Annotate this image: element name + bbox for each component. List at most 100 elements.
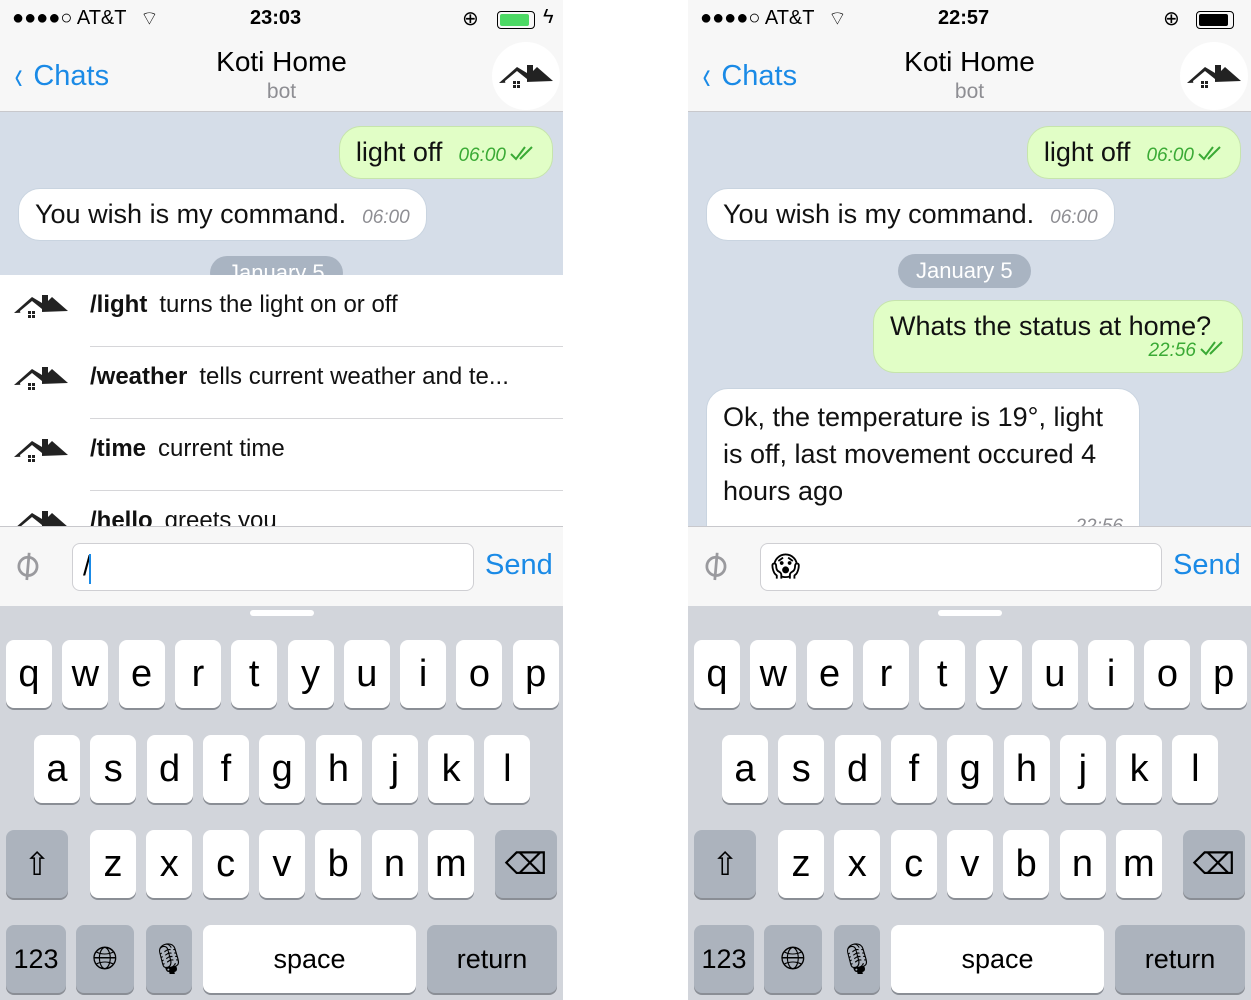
numbers-key[interactable]: 123 <box>6 925 66 993</box>
command-description: current time <box>158 435 285 462</box>
phone-screen-2: ●●●●○ AT&T ⌔ 22:57 ⊕ ‹ Chats Koti Home bot light… <box>688 0 1251 1000</box>
key-l[interactable]: l <box>1172 735 1219 803</box>
globe-icon: 🌐︎ <box>780 940 806 976</box>
backspace-icon: ⌫ <box>504 847 548 881</box>
key-t[interactable]: t <box>919 640 966 708</box>
mic-key[interactable]: 🎙︎ <box>146 925 192 993</box>
chat-subtitle: bot <box>266 80 297 103</box>
key-b[interactable]: b <box>1003 830 1050 898</box>
key-m[interactable]: m <box>1115 830 1162 898</box>
key-v[interactable]: v <box>946 830 993 898</box>
key-s[interactable]: s <box>90 735 137 803</box>
key-g[interactable]: g <box>259 735 306 803</box>
input-value: 😱 <box>771 551 801 582</box>
bot-avatar[interactable] <box>492 42 560 110</box>
key-d[interactable]: d <box>834 735 881 803</box>
key-b[interactable]: b <box>315 830 362 898</box>
read-checkmarks-icon <box>510 145 536 166</box>
paperclip-icon[interactable]: ⌀ <box>2 539 50 590</box>
key-u[interactable]: u <box>343 640 390 708</box>
key-o[interactable]: o <box>1144 640 1191 708</box>
key-m[interactable]: m <box>427 830 474 898</box>
key-f[interactable]: f <box>202 735 249 803</box>
key-d[interactable]: d <box>146 735 193 803</box>
key-h[interactable]: h <box>1003 735 1050 803</box>
key-c[interactable]: c <box>890 830 937 898</box>
key-y[interactable]: y <box>287 640 334 708</box>
paperclip-icon[interactable]: ⌀ <box>690 539 738 590</box>
key-j[interactable]: j <box>1059 735 1106 803</box>
key-i[interactable]: i <box>400 640 447 708</box>
key-o[interactable]: o <box>456 640 503 708</box>
key-a[interactable]: a <box>34 735 80 803</box>
key-z[interactable]: z <box>90 830 136 898</box>
key-z[interactable]: z <box>778 830 824 898</box>
command-name: /light <box>90 291 148 318</box>
send-button[interactable]: Send <box>485 549 553 582</box>
key-w[interactable]: w <box>62 640 109 708</box>
key-p[interactable]: p <box>1200 640 1247 708</box>
command-name: /weather <box>90 363 188 390</box>
key-x[interactable]: x <box>146 830 193 898</box>
bot-avatar[interactable] <box>1180 42 1248 110</box>
globe-key[interactable]: 🌐︎ <box>764 925 822 993</box>
message-time: 06:00 <box>458 145 536 166</box>
key-p[interactable]: p <box>512 640 559 708</box>
key-q[interactable]: q <box>6 640 52 708</box>
rotation-lock-icon: ⊕ <box>1163 8 1180 30</box>
message-input[interactable]: 😱 <box>760 543 1162 591</box>
mic-key[interactable]: 🎙︎ <box>834 925 880 993</box>
bot-house-icon <box>12 289 70 330</box>
key-i[interactable]: i <box>1088 640 1135 708</box>
shift-key[interactable]: ⇧ <box>694 830 756 898</box>
key-f[interactable]: f <box>890 735 937 803</box>
status-bar: ●●●●○ AT&T ⌔ 22:57 ⊕ <box>688 0 1251 40</box>
delete-key[interactable]: ⌫ <box>495 830 557 898</box>
key-n[interactable]: n <box>1059 830 1106 898</box>
key-r[interactable]: r <box>862 640 909 708</box>
key-u[interactable]: u <box>1031 640 1078 708</box>
key-x[interactable]: x <box>834 830 881 898</box>
key-j[interactable]: j <box>371 735 418 803</box>
return-key[interactable]: return <box>1115 925 1245 993</box>
space-key[interactable]: space <box>891 925 1104 993</box>
key-n[interactable]: n <box>371 830 418 898</box>
command-suggestion[interactable]: /light turns the light on or off <box>0 275 563 347</box>
key-k[interactable]: k <box>1116 735 1163 803</box>
space-key[interactable]: space <box>203 925 416 993</box>
carrier: ●●●●○ AT&T <box>12 7 127 29</box>
key-a[interactable]: a <box>722 735 768 803</box>
numbers-key[interactable]: 123 <box>694 925 754 993</box>
key-c[interactable]: c <box>202 830 249 898</box>
key-v[interactable]: v <box>258 830 305 898</box>
chat-subtitle: bot <box>954 80 985 103</box>
message-text: light off <box>1043 137 1131 167</box>
key-h[interactable]: h <box>315 735 362 803</box>
globe-key[interactable]: 🌐︎ <box>76 925 134 993</box>
key-y[interactable]: y <box>975 640 1022 708</box>
message-text: You wish is my command. <box>35 199 347 229</box>
chat-area: light off 06:00 You wish is my command. 06:… <box>688 112 1251 556</box>
message-input[interactable]: / <box>72 543 474 591</box>
key-r[interactable]: r <box>174 640 221 708</box>
keyboard-handle <box>938 610 1002 616</box>
shift-icon: ⇧ <box>23 846 51 882</box>
backspace-icon: ⌫ <box>1192 847 1236 881</box>
delete-key[interactable]: ⌫ <box>1183 830 1245 898</box>
phone-screen-1: ●●●●○ AT&T ⌔ 23:03 ⊕ ϟ ‹ Chats Koti Home bot ligh… <box>0 0 563 1000</box>
send-button[interactable]: Send <box>1173 549 1241 582</box>
return-key[interactable]: return <box>427 925 557 993</box>
key-t[interactable]: t <box>231 640 278 708</box>
key-s[interactable]: s <box>778 735 825 803</box>
key-q[interactable]: q <box>694 640 740 708</box>
key-g[interactable]: g <box>947 735 994 803</box>
key-e[interactable]: e <box>118 640 165 708</box>
key-w[interactable]: w <box>750 640 797 708</box>
command-suggestion[interactable]: /time current time <box>0 419 563 491</box>
key-l[interactable]: l <box>484 735 531 803</box>
key-k[interactable]: k <box>428 735 475 803</box>
key-e[interactable]: e <box>806 640 853 708</box>
shift-key[interactable]: ⇧ <box>6 830 68 898</box>
command-suggestion[interactable]: /weather tells current weather and te... <box>0 347 563 419</box>
command-description: turns the light on or off <box>159 291 398 318</box>
